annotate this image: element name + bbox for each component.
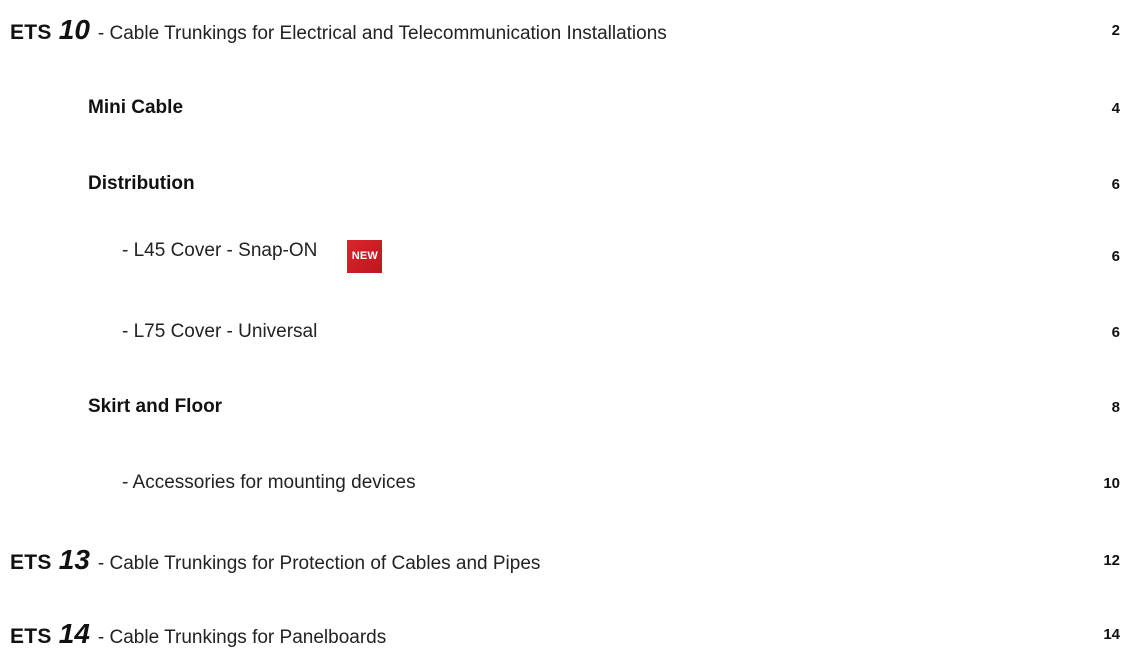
series-brand: ETS (10, 551, 52, 574)
toc-entry-title: ETS 13 - Cable Trunkings for Protection … (0, 544, 540, 576)
toc-entry-label: Skirt and Floor (88, 396, 223, 417)
toc-entry-title: ETS 10 - Cable Trunkings for Electrical … (0, 14, 667, 46)
page-number: 6 (1111, 247, 1120, 265)
toc-entry-distribution[interactable]: Distribution 6 (0, 164, 1130, 204)
series-brand: ETS (10, 625, 52, 648)
series-number: 14 (58, 618, 90, 649)
toc-entry-label: - L75 Cover - Universal (122, 321, 318, 342)
series-number: 10 (58, 14, 90, 45)
toc-entry-title: Skirt and Floor (0, 396, 222, 418)
page-number: 12 (1103, 551, 1120, 569)
toc-entry-title: - L75 Cover - Universal (0, 321, 317, 343)
toc-entry-label: - L45 Cover - Snap-ON (122, 239, 318, 261)
page-number: 6 (1111, 175, 1120, 193)
toc-entry-label: - Cable Trunkings for Panelboards (97, 627, 387, 648)
new-badge: NEW (347, 239, 383, 273)
toc-entry-label: - Cable Trunkings for Protection of Cabl… (97, 553, 541, 574)
toc-entry-l75-cover[interactable]: - L75 Cover - Universal 6 (0, 312, 1130, 352)
toc-entry-label: - Cable Trunkings for Electrical and Tel… (97, 23, 667, 44)
series-brand: ETS (10, 21, 52, 44)
toc-entry-accessories[interactable]: - Accessories for mounting devices 10 (0, 463, 1130, 503)
table-of-contents: ETS 10 - Cable Trunkings for Electrical … (0, 0, 1130, 649)
page-number: 8 (1111, 398, 1120, 416)
page-number: 6 (1111, 323, 1120, 341)
toc-entry-label: Distribution (88, 173, 195, 194)
toc-entry-ets10[interactable]: ETS 10 - Cable Trunkings for Electrical … (0, 10, 1130, 50)
toc-entry-label: Mini Cable (88, 97, 184, 118)
page-number: 4 (1111, 99, 1120, 117)
toc-entry-l45-cover[interactable]: - L45 Cover - Snap-ON NEW 6 (0, 236, 1130, 276)
page-number: 10 (1103, 474, 1120, 492)
toc-entry-title: Mini Cable (0, 97, 183, 119)
toc-entry-ets14[interactable]: ETS 14 - Cable Trunkings for Panelboards… (0, 614, 1130, 654)
page-number: 14 (1103, 625, 1120, 643)
toc-entry-title: - Accessories for mounting devices (0, 472, 416, 494)
toc-entry-label: - Accessories for mounting devices (122, 472, 416, 493)
toc-entry-title: ETS 14 - Cable Trunkings for Panelboards (0, 618, 386, 650)
toc-entry-mini-cable[interactable]: Mini Cable 4 (0, 88, 1130, 128)
toc-entry-ets13[interactable]: ETS 13 - Cable Trunkings for Protection … (0, 540, 1130, 580)
toc-entry-skirt-floor[interactable]: Skirt and Floor 8 (0, 387, 1130, 427)
series-number: 13 (58, 544, 90, 575)
toc-entry-title: Distribution (0, 173, 195, 195)
page-number: 2 (1111, 21, 1120, 39)
toc-entry-title: - L45 Cover - Snap-ON NEW (0, 239, 383, 273)
